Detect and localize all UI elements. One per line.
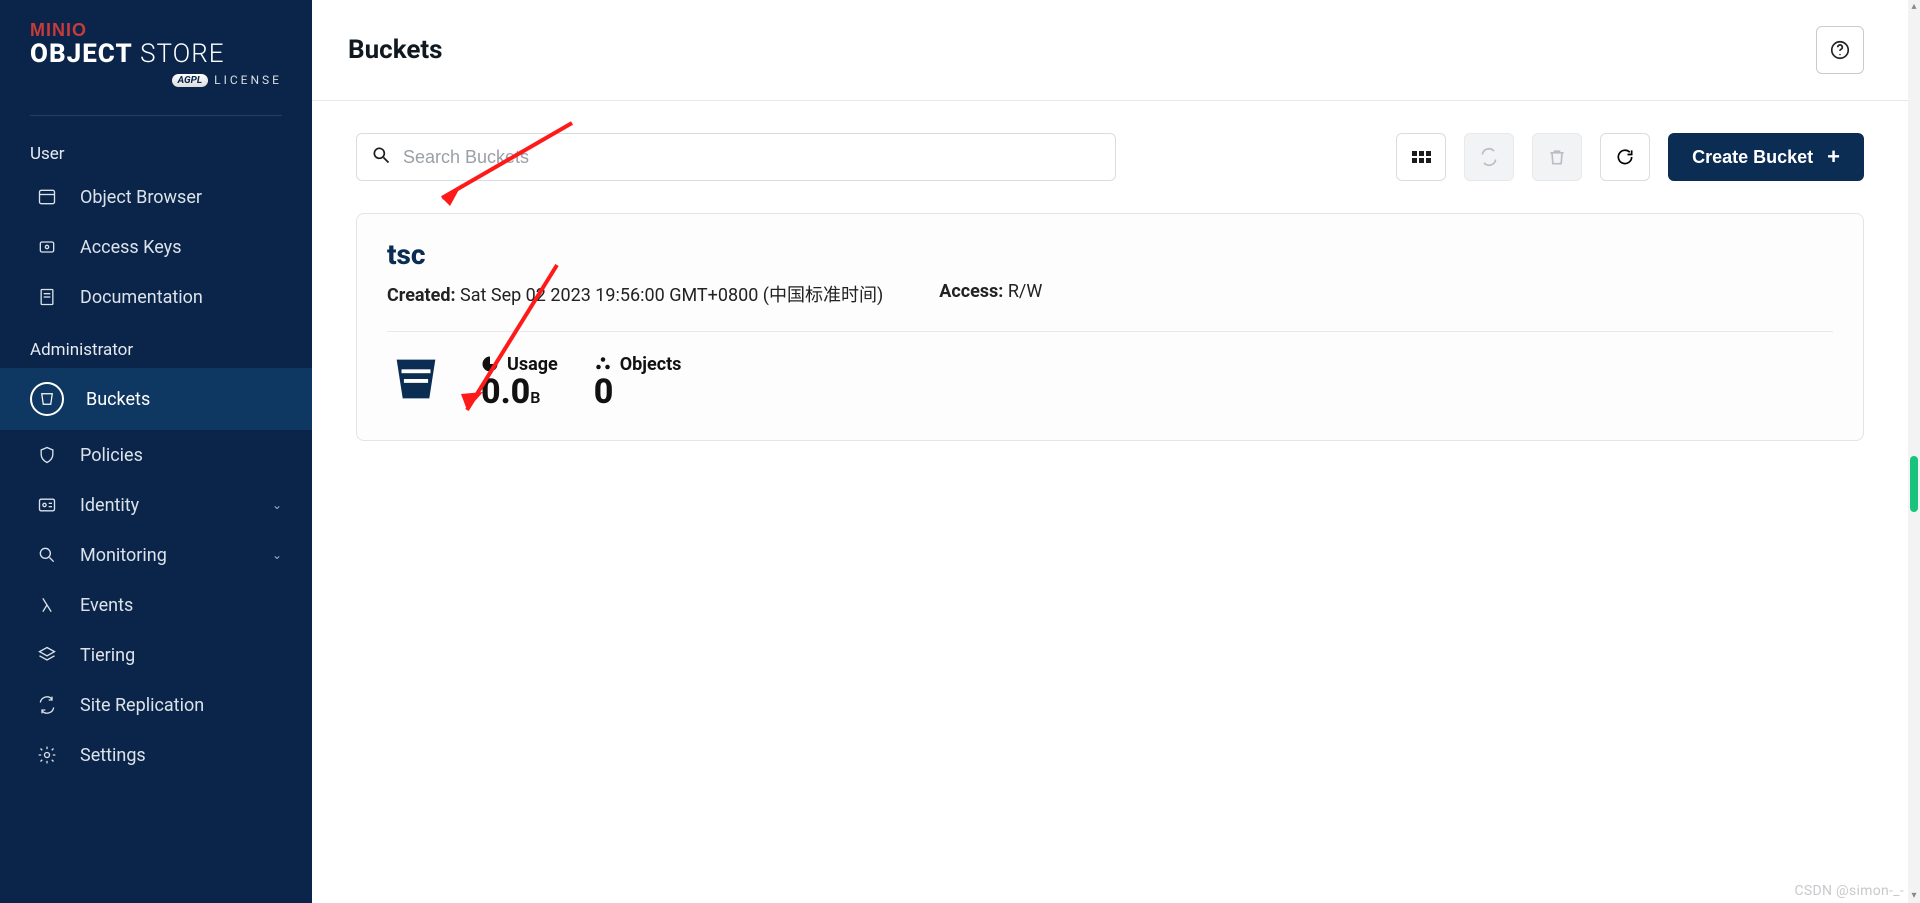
- bucket-created: Created: Sat Sep 02 2023 19:56:00 GMT+08…: [387, 281, 883, 307]
- bucket-access: Access: R/W: [939, 281, 1042, 307]
- sidebar-item-label: Access Keys: [80, 237, 181, 258]
- sidebar-item-label: Buckets: [86, 389, 150, 410]
- replication-icon: [36, 694, 58, 716]
- sidebar-item-buckets[interactable]: Buckets: [0, 368, 312, 430]
- plus-icon: +: [1827, 144, 1840, 170]
- logo-title: OBJECT STORE: [30, 39, 282, 69]
- sidebar-item-label: Settings: [80, 745, 146, 766]
- sidebar-item-monitoring[interactable]: Monitoring ⌄: [0, 530, 312, 580]
- sidebar-item-object-browser[interactable]: Object Browser: [0, 172, 312, 222]
- tiering-icon: [36, 644, 58, 666]
- sidebar-header: MINIO OBJECT STORE AGPL LICENSE: [0, 0, 312, 97]
- nav-section-admin: Administrator: [0, 322, 312, 368]
- nav-section-user: User: [0, 126, 312, 172]
- search-wrap[interactable]: [356, 133, 1116, 181]
- stat-usage-value: 0.0B: [481, 375, 558, 409]
- main-header: Buckets: [312, 0, 1908, 101]
- sync-button: [1464, 133, 1514, 181]
- sidebar-item-access-keys[interactable]: Access Keys: [0, 222, 312, 272]
- scroll-down-icon[interactable]: ▾: [1908, 889, 1920, 903]
- chevron-down-icon: ⌄: [272, 498, 282, 512]
- search-icon: [36, 544, 58, 566]
- scroll-thumb[interactable]: [1910, 456, 1918, 512]
- stat-objects-value: 0: [594, 375, 682, 409]
- main: Buckets: [312, 0, 1920, 903]
- browser-icon: [36, 186, 58, 208]
- sidebar-item-policies[interactable]: Policies: [0, 430, 312, 480]
- search-input[interactable]: [403, 147, 1101, 168]
- sidebar-item-label: Object Browser: [80, 187, 202, 208]
- create-bucket-button[interactable]: Create Bucket +: [1668, 133, 1864, 181]
- sidebar-item-label: Policies: [80, 445, 143, 466]
- sidebar-item-settings[interactable]: Settings: [0, 730, 312, 780]
- bucket-icon: [30, 382, 64, 416]
- delete-button: [1532, 133, 1582, 181]
- sidebar-item-identity[interactable]: Identity ⌄: [0, 480, 312, 530]
- refresh-button[interactable]: [1600, 133, 1650, 181]
- stats-row: Usage 0.0B Objects 0: [387, 350, 1833, 412]
- sidebar-item-label: Events: [80, 595, 133, 616]
- lambda-icon: [36, 594, 58, 616]
- divider: [30, 115, 282, 116]
- logo-brand: MINIO: [30, 20, 282, 41]
- sync-icon: [1479, 147, 1499, 167]
- shield-icon: [36, 444, 58, 466]
- sidebar: MINIO OBJECT STORE AGPL LICENSE User Obj…: [0, 0, 312, 903]
- sidebar-item-tiering[interactable]: Tiering: [0, 630, 312, 680]
- divider: [387, 331, 1833, 332]
- logo-license: AGPL LICENSE: [30, 73, 282, 87]
- grid-view-button[interactable]: [1396, 133, 1446, 181]
- stat-objects: Objects 0: [594, 354, 682, 409]
- bucket-name: tsc: [387, 238, 1833, 271]
- sidebar-item-label: Site Replication: [80, 695, 204, 716]
- sidebar-item-events[interactable]: Events: [0, 580, 312, 630]
- sidebar-item-documentation[interactable]: Documentation: [0, 272, 312, 322]
- search-icon: [371, 145, 391, 169]
- refresh-icon: [1615, 147, 1635, 167]
- help-button[interactable]: [1816, 26, 1864, 74]
- sidebar-item-label: Identity: [80, 495, 139, 516]
- logo: MINIO OBJECT STORE AGPL LICENSE: [30, 20, 282, 87]
- page-title: Buckets: [348, 35, 443, 65]
- stat-usage: Usage 0.0B: [481, 354, 558, 409]
- bucket-icon: [387, 350, 445, 412]
- usage-icon: [481, 355, 499, 373]
- sidebar-item-label: Documentation: [80, 287, 203, 308]
- trash-icon: [1547, 147, 1567, 167]
- content-area: Create Bucket + tsc Created: Sat Sep 02 …: [312, 101, 1908, 473]
- chevron-down-icon: ⌄: [272, 548, 282, 562]
- sidebar-item-site-replication[interactable]: Site Replication: [0, 680, 312, 730]
- gear-icon: [36, 744, 58, 766]
- bucket-card[interactable]: tsc Created: Sat Sep 02 2023 19:56:00 GM…: [356, 213, 1864, 441]
- agpl-badge: AGPL: [172, 74, 209, 87]
- document-icon: [36, 286, 58, 308]
- scroll-up-icon[interactable]: ▴: [1908, 0, 1920, 14]
- grid-icon: [1412, 151, 1431, 163]
- sidebar-item-label: Monitoring: [80, 545, 167, 566]
- key-icon: [36, 236, 58, 258]
- sidebar-item-label: Tiering: [80, 645, 135, 666]
- objects-icon: [594, 355, 612, 373]
- bucket-meta: Created: Sat Sep 02 2023 19:56:00 GMT+08…: [387, 281, 1833, 307]
- toolbar: Create Bucket +: [356, 133, 1864, 181]
- create-bucket-label: Create Bucket: [1692, 147, 1813, 168]
- browser-scrollbar[interactable]: ▴ ▾: [1908, 0, 1920, 903]
- identity-icon: [36, 494, 58, 516]
